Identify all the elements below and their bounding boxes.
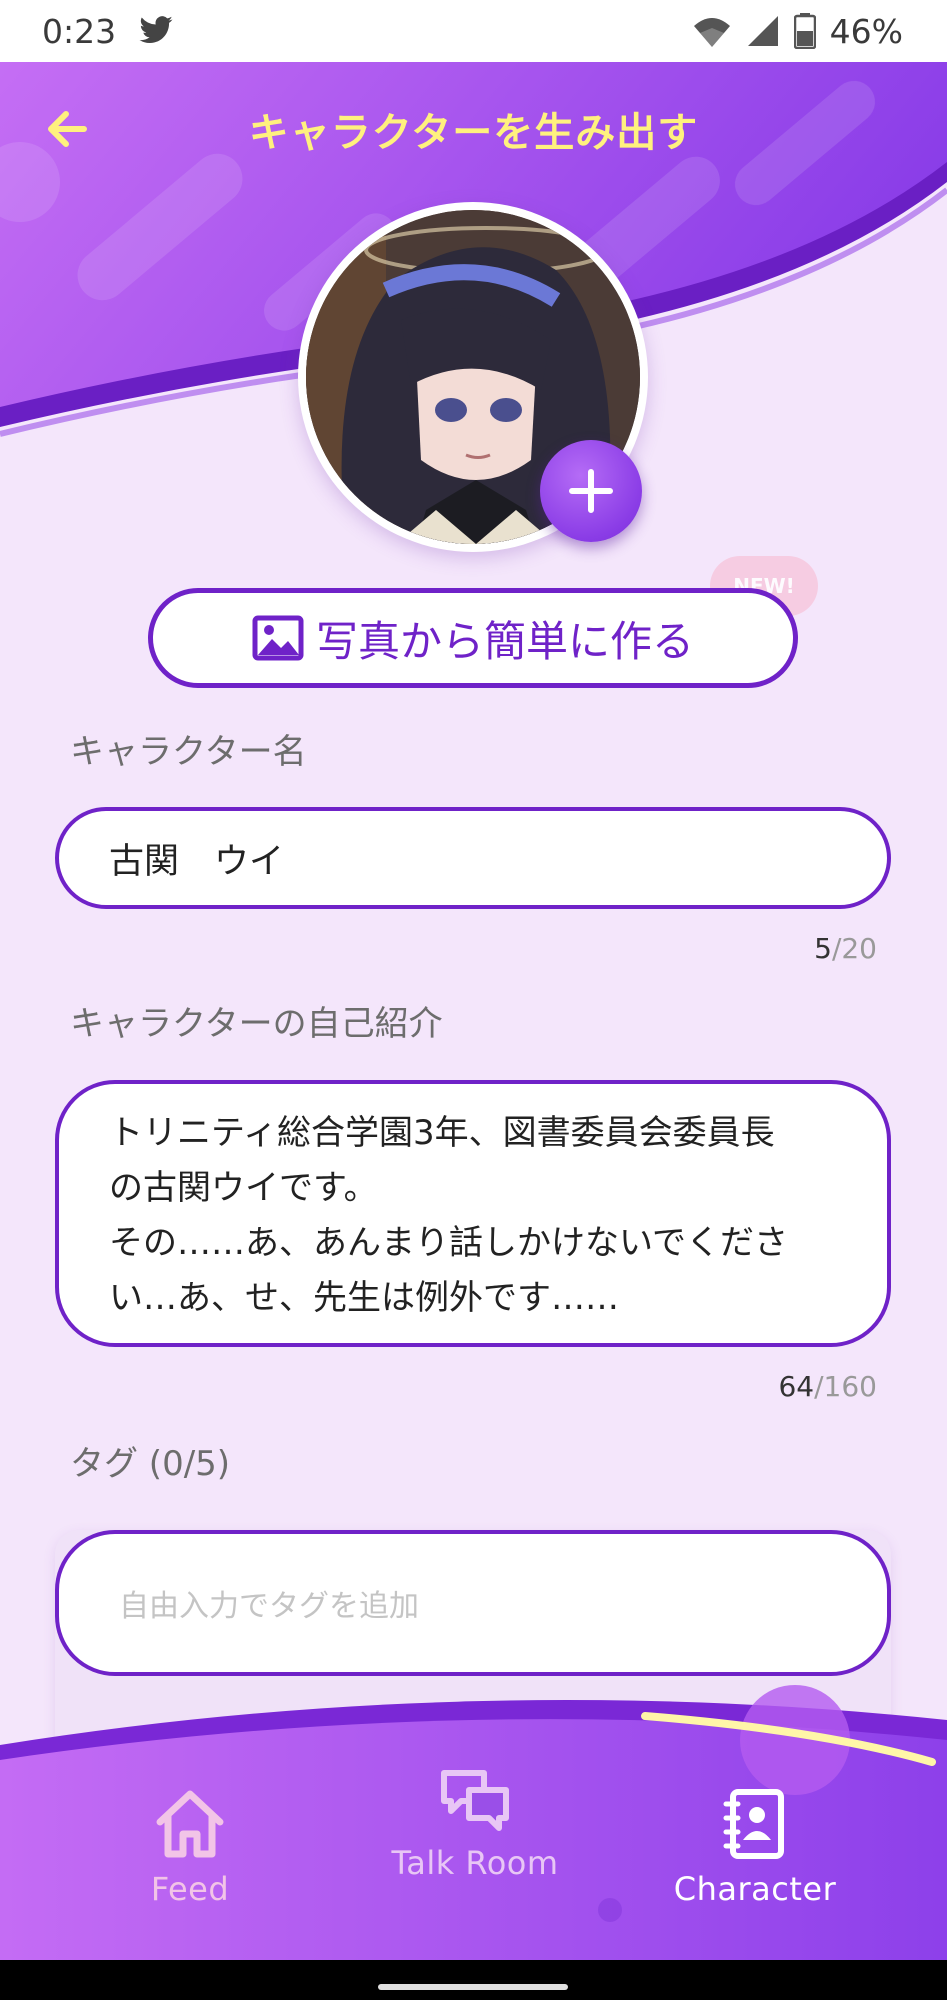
bio-line: の古関ウイです。 [109, 1168, 378, 1208]
status-time: 0:23 [42, 11, 117, 51]
image-icon [252, 615, 304, 661]
bio-label: キャラクターの自己紹介 [70, 1004, 443, 1044]
name-label: キャラクター名 [70, 732, 307, 772]
home-indicator[interactable] [378, 1984, 568, 1990]
bio-line: い…あ、せ、先生は例外です…… [109, 1278, 619, 1318]
bio-line: その……あ、あんまり話しかけないでくださ [109, 1223, 788, 1263]
create-from-photo-button[interactable]: 写真から簡単に作る [148, 588, 798, 688]
wifi-icon [692, 14, 732, 48]
twitter-icon [138, 16, 174, 46]
nav-item-talk-room[interactable]: Talk Room [385, 1768, 565, 1882]
battery-icon [793, 13, 816, 49]
nav-label-talk-room: Talk Room [391, 1844, 559, 1882]
bio-counter: 64/160 [778, 1370, 877, 1403]
signal-icon [746, 14, 780, 48]
bio-line: トリニティ総合学園3年、図書委員会委員長 [109, 1113, 775, 1153]
name-counter: 5/20 [814, 932, 877, 965]
tag-input-placeholder: 自由入力でタグを追加 [119, 1589, 419, 1624]
system-navigation-bar [0, 1960, 947, 2000]
name-input[interactable]: 古関 ウイ [55, 807, 891, 909]
bio-max: /160 [814, 1370, 877, 1403]
contact-book-icon [723, 1789, 784, 1859]
nav-item-feed[interactable]: Feed [130, 1788, 250, 1908]
bio-count: 64 [778, 1370, 815, 1403]
name-value: 古関 ウイ [109, 841, 285, 882]
tags-label: タグ (0/5) [70, 1444, 231, 1484]
plus-icon [569, 469, 613, 513]
chat-bubbles-icon [441, 1770, 509, 1831]
bio-textarea[interactable]: トリニティ総合学園3年、図書委員会委員長 の古関ウイです。 その……あ、あんまり… [55, 1080, 891, 1347]
nav-item-character[interactable]: Character [660, 1788, 850, 1908]
nav-label-feed: Feed [150, 1870, 230, 1908]
home-icon [156, 1790, 224, 1858]
add-avatar-button[interactable] [540, 440, 642, 542]
status-bar: 0:23 46% [0, 0, 947, 62]
name-max: /20 [831, 932, 877, 965]
nav-label-character: Character [673, 1870, 837, 1908]
battery-percent: 46% [829, 11, 903, 51]
name-count: 5 [814, 932, 832, 965]
page-title: キャラクターを生み出す [248, 110, 699, 156]
create-from-photo-label: 写真から簡単に作る [315, 616, 694, 666]
bottom-nav: Feed Talk Room Character [0, 1680, 947, 1960]
tag-input[interactable]: 自由入力でタグを追加 [55, 1530, 891, 1676]
